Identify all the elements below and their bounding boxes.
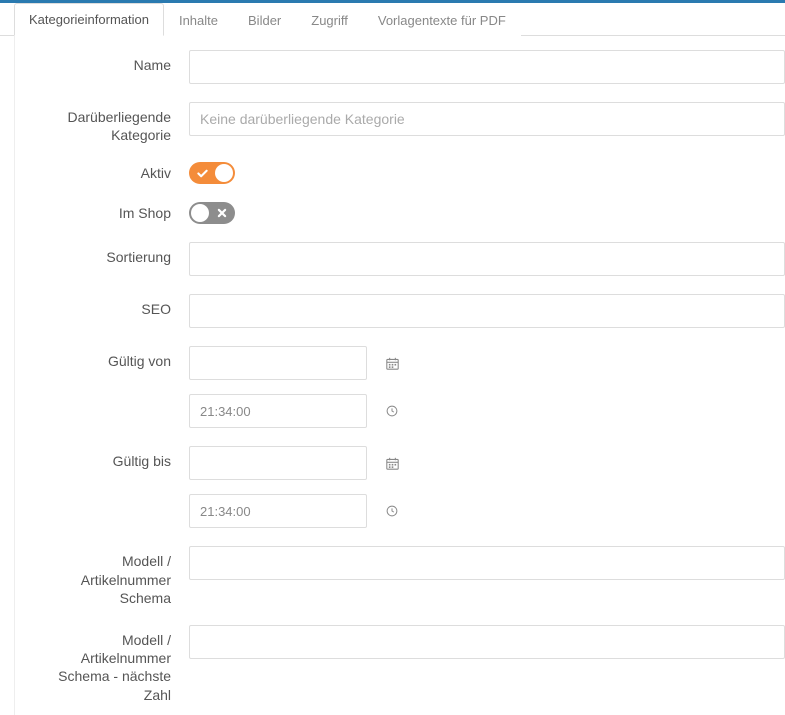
valid-to-date-group[interactable]	[189, 446, 367, 480]
model-schema-input[interactable]	[189, 546, 785, 580]
valid-from-date-input[interactable]	[190, 347, 386, 379]
tab-access[interactable]: Zugriff	[296, 4, 363, 36]
label-valid-to: Gültig bis	[29, 446, 189, 470]
valid-to-time-group[interactable]	[189, 494, 367, 528]
calendar-icon[interactable]	[386, 357, 399, 370]
tab-category-info[interactable]: Kategorieinformation	[14, 3, 164, 36]
clock-icon[interactable]	[386, 405, 398, 417]
form-container: Name Darüberliegende Kategorie Aktiv Im …	[14, 36, 785, 715]
valid-from-time-group[interactable]	[189, 394, 367, 428]
in-shop-toggle[interactable]	[189, 202, 235, 224]
label-model-schema: Modell / Artikelnummer Schema	[29, 546, 189, 607]
label-parent-category: Darüberliegende Kategorie	[29, 102, 189, 144]
valid-from-date-group[interactable]	[189, 346, 367, 380]
valid-to-date-input[interactable]	[190, 447, 386, 479]
calendar-icon[interactable]	[386, 457, 399, 470]
label-model-schema-next: Modell / Artikelnummer Schema - nächste …	[29, 625, 189, 704]
tab-pdf-templates[interactable]: Vorlagentexte für PDF	[363, 4, 521, 36]
active-toggle[interactable]	[189, 162, 235, 184]
valid-to-time-input[interactable]	[190, 495, 386, 527]
model-schema-next-input[interactable]	[189, 625, 785, 659]
tab-bar: Kategorieinformation Inhalte Bilder Zugr…	[0, 3, 785, 36]
sort-input[interactable]	[189, 242, 785, 276]
tab-images[interactable]: Bilder	[233, 4, 296, 36]
label-sort: Sortierung	[29, 242, 189, 266]
clock-icon[interactable]	[386, 505, 398, 517]
label-valid-from: Gültig von	[29, 346, 189, 370]
x-icon	[215, 206, 229, 220]
tab-contents[interactable]: Inhalte	[164, 4, 233, 36]
valid-from-time-input[interactable]	[190, 395, 386, 427]
label-in-shop: Im Shop	[29, 202, 189, 222]
name-input[interactable]	[189, 50, 785, 84]
check-icon	[195, 166, 209, 180]
label-name: Name	[29, 50, 189, 74]
parent-category-input[interactable]	[189, 102, 785, 136]
label-active: Aktiv	[29, 162, 189, 182]
label-seo: SEO	[29, 294, 189, 318]
seo-input[interactable]	[189, 294, 785, 328]
